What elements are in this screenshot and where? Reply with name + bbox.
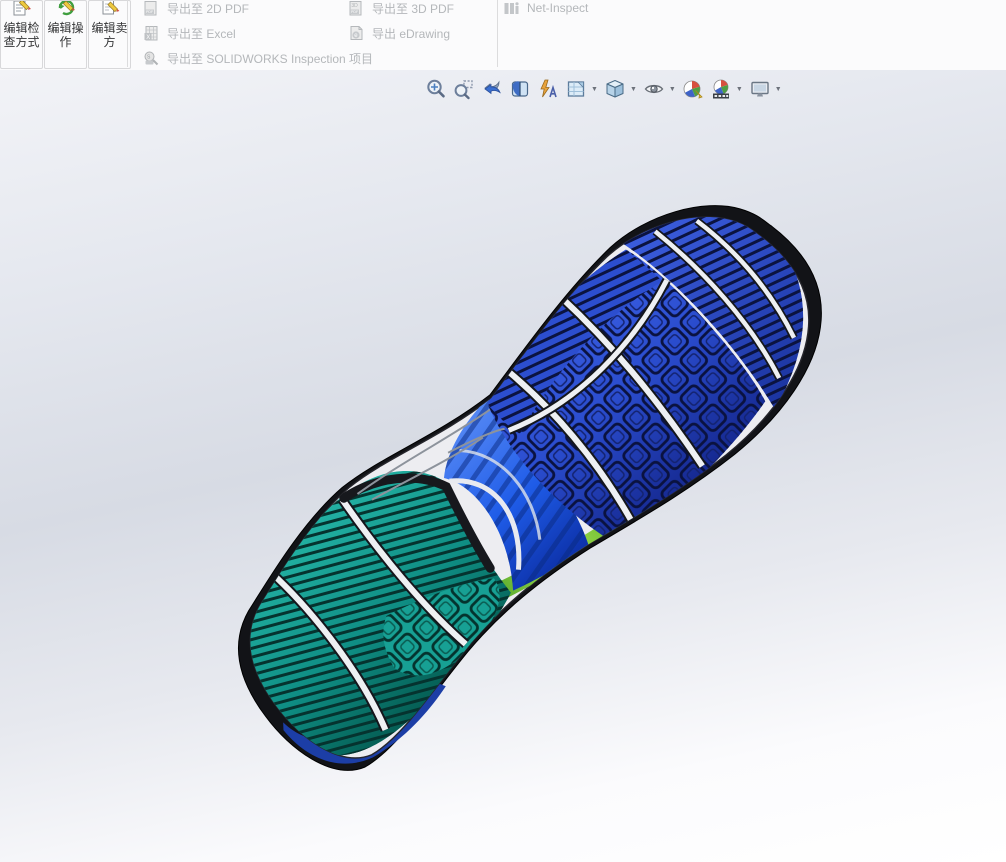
svg-text:PDF: PDF xyxy=(146,10,154,14)
edit-operation-icon xyxy=(58,1,75,16)
svg-text:X: X xyxy=(146,34,150,40)
edit-operation-button[interactable]: 编辑操 作 xyxy=(44,0,87,69)
export-edrawing-item[interactable]: e 导出 eDrawing xyxy=(348,23,450,43)
excel-icon: X xyxy=(144,25,158,40)
edit-button-group: 编辑检 查方式 编辑操 作 编辑卖 方 xyxy=(0,0,132,69)
zoom-to-area-icon xyxy=(454,80,473,100)
hide-show-items-icon xyxy=(644,84,664,94)
view-orientation-icon xyxy=(567,81,585,97)
display-style-icon xyxy=(606,80,624,98)
net-inspect-item[interactable]: Net-Inspect xyxy=(503,0,588,18)
ribbon-separator xyxy=(497,0,498,67)
export-inspection-project-item[interactable]: S 导出至 SOLIDWORKS Inspection 项目 xyxy=(143,48,373,68)
dynamic-annotation-views-icon xyxy=(540,79,557,98)
edit-document-icon xyxy=(102,1,119,15)
view-settings-dropdown[interactable]: ▼ xyxy=(775,86,782,93)
apply-scene-button[interactable] xyxy=(709,77,733,101)
pdf-3d-icon: 3D PDF xyxy=(349,0,362,15)
edit-vendor-button[interactable]: 编辑卖 方 xyxy=(88,0,131,69)
inspection-project-icon: S xyxy=(144,51,159,65)
command-manager-ribbon: 编辑检 查方式 编辑操 作 编辑卖 方 PDF 导出至 2D PDF X 导出至… xyxy=(0,0,1006,71)
view-orientation-dropdown[interactable]: ▼ xyxy=(591,86,598,93)
view-settings-icon xyxy=(751,81,769,97)
view-orientation-button[interactable] xyxy=(564,77,588,101)
dynamic-annotation-views-button[interactable] xyxy=(536,77,560,101)
heads-up-view-toolbar: ▼ ▼ ▼ ▼ ▼ xyxy=(424,77,783,101)
edit-checklist-icon xyxy=(13,1,31,16)
previous-view-icon xyxy=(484,80,501,95)
edit-button-label: 编辑检 查方式 xyxy=(3,21,40,49)
previous-view-button[interactable] xyxy=(480,77,504,101)
edit-appearance-button[interactable] xyxy=(681,77,705,101)
section-view-button[interactable] xyxy=(508,77,532,101)
solidworks-window: 编辑检 查方式 编辑操 作 编辑卖 方 PDF 导出至 2D PDF X 导出至… xyxy=(0,0,1006,862)
graphics-viewport[interactable]: ▼ ▼ ▼ ▼ ▼ xyxy=(0,70,1006,862)
zoom-to-area-button[interactable] xyxy=(452,77,476,101)
zoom-to-fit-button[interactable] xyxy=(424,77,448,101)
shoe-sole-model[interactable] xyxy=(0,70,1006,862)
view-settings-button[interactable] xyxy=(748,77,772,101)
edit-button-label: 编辑操 作 xyxy=(47,21,84,49)
edit-appearance-icon xyxy=(683,80,703,99)
export-excel-item[interactable]: X 导出至 Excel xyxy=(143,23,236,43)
hide-show-items-dropdown[interactable]: ▼ xyxy=(669,86,676,93)
display-style-button[interactable] xyxy=(603,77,627,101)
hide-show-items-button[interactable] xyxy=(642,77,666,101)
pdf-2d-icon: PDF xyxy=(144,0,157,15)
export-2d-pdf-item[interactable]: PDF 导出至 2D PDF xyxy=(143,0,249,18)
apply-scene-dropdown[interactable]: ▼ xyxy=(736,86,743,93)
edrawing-icon: e xyxy=(350,25,363,40)
ribbon-separator xyxy=(127,0,128,67)
edit-button-label: 编辑卖 方 xyxy=(91,21,128,49)
apply-scene-icon xyxy=(712,79,729,99)
export-3d-pdf-item[interactable]: 3D PDF 导出至 3D PDF xyxy=(348,0,454,18)
svg-text:PDF: PDF xyxy=(351,10,359,14)
display-style-dropdown[interactable]: ▼ xyxy=(630,86,637,93)
section-view-icon xyxy=(511,81,529,97)
zoom-to-fit-icon xyxy=(427,79,445,98)
edit-inspection-method-button[interactable]: 编辑检 查方式 xyxy=(0,0,43,69)
svg-text:3D: 3D xyxy=(351,3,358,9)
net-inspect-icon xyxy=(504,1,519,14)
